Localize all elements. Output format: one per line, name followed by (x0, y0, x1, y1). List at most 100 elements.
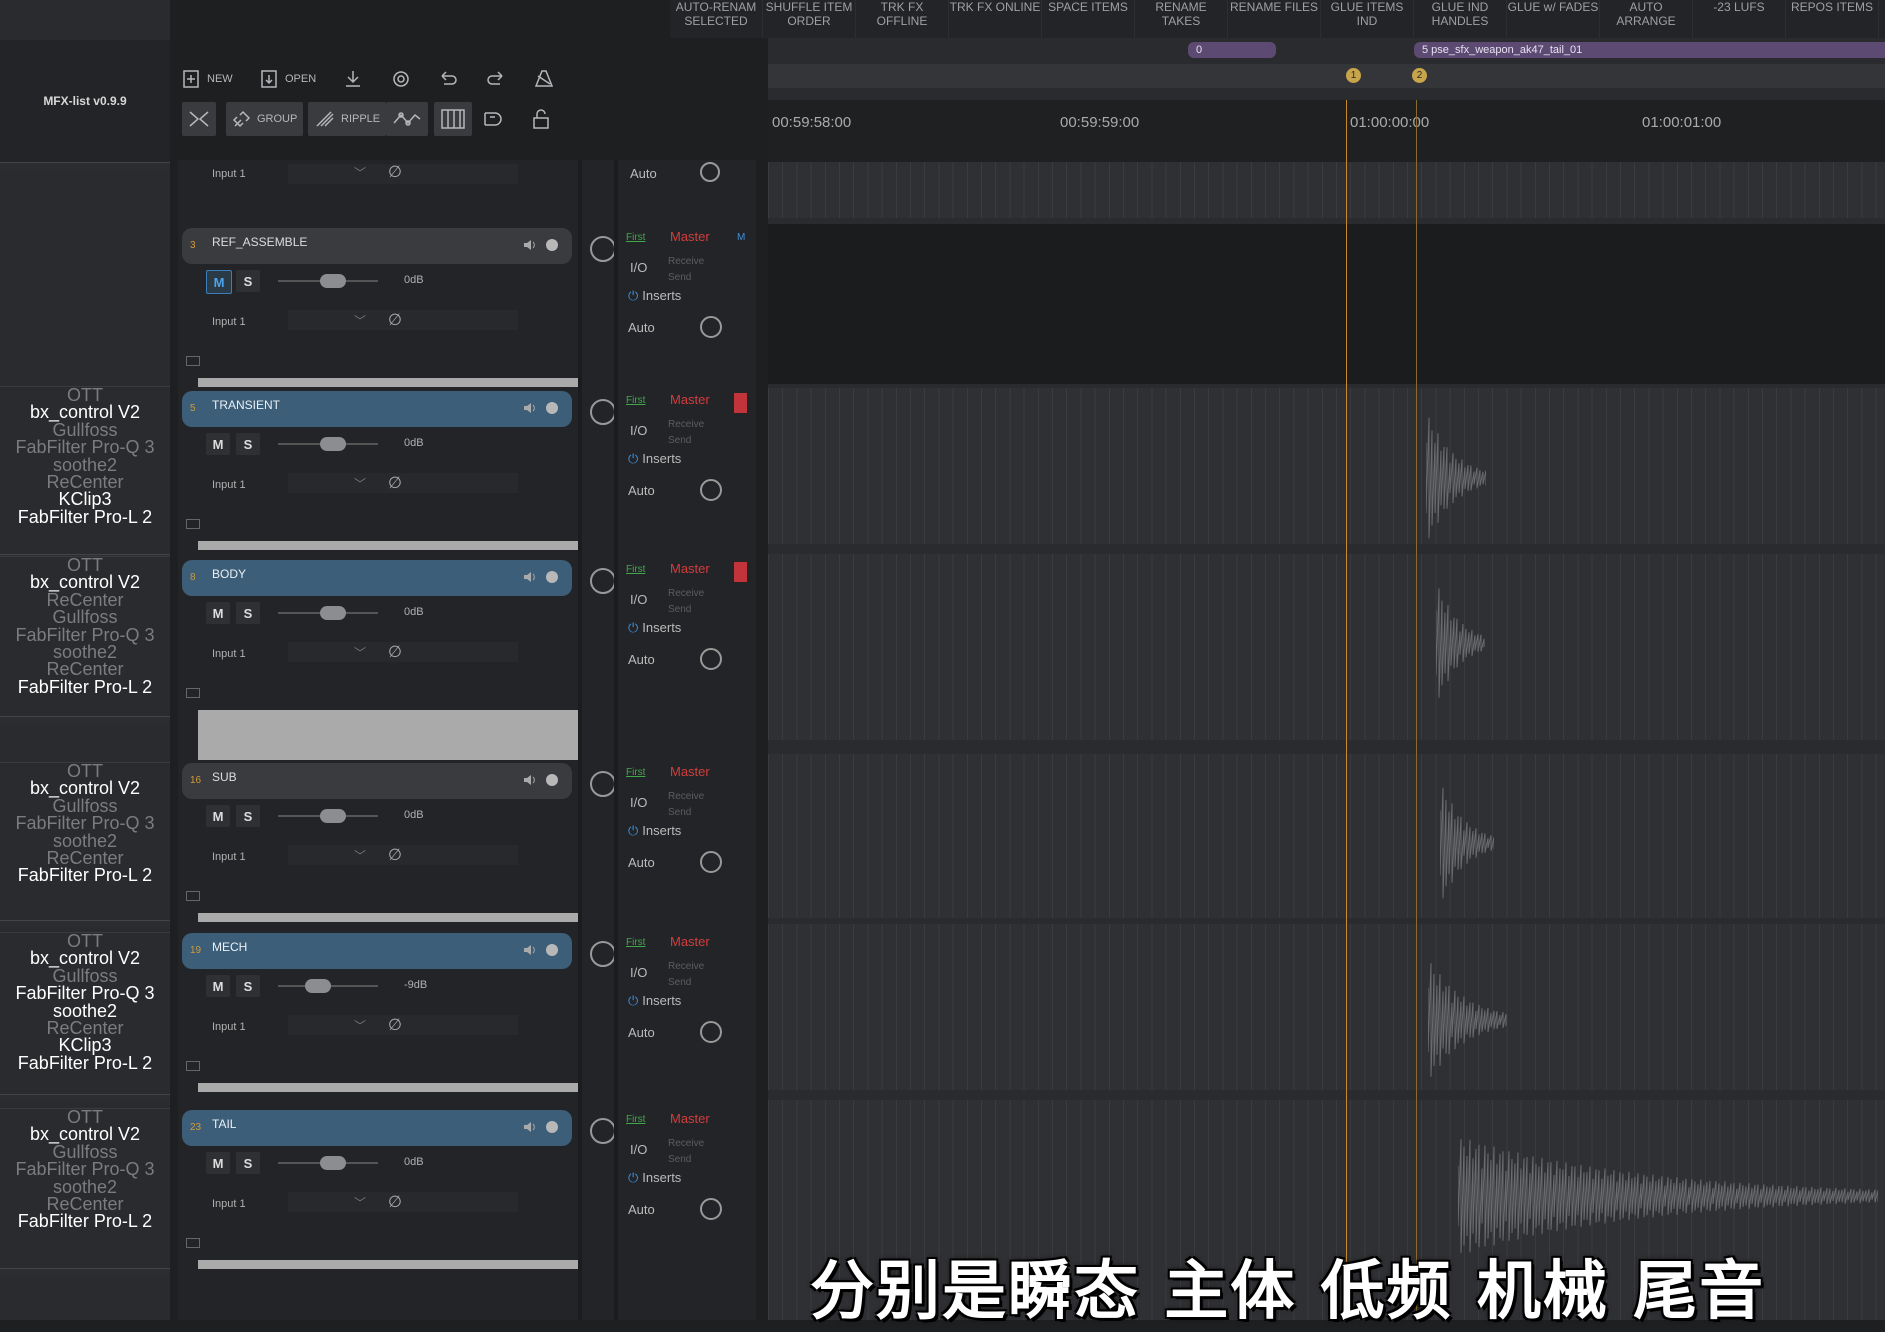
pan-knob[interactable] (590, 236, 616, 262)
automation-knob[interactable] (700, 1021, 722, 1043)
io-button[interactable]: I/O (630, 423, 647, 438)
chevron-down-icon[interactable]: ﹀ (354, 1017, 366, 1034)
audio-waveform[interactable] (1428, 956, 1508, 1084)
speaker-icon[interactable] (522, 570, 536, 584)
open-button[interactable]: OPEN (260, 62, 316, 96)
inserts-button[interactable]: ⏻ Inserts (628, 620, 681, 636)
action-button[interactable]: RENAME TAKES (1135, 0, 1228, 38)
phase-invert-icon[interactable]: ∅ (388, 1015, 402, 1035)
fx-item[interactable]: FabFilter Pro-L 2 (0, 866, 170, 884)
action-button[interactable]: AUTO-RENAM SELECTED (670, 0, 763, 38)
receive-option[interactable]: Receive (668, 1136, 704, 1152)
action-button[interactable]: TRK FX OFFLINE (856, 0, 949, 38)
first-route-link[interactable]: First (626, 937, 645, 948)
phase-invert-icon[interactable]: ∅ (388, 845, 402, 865)
track-scrollbar[interactable] (198, 1083, 578, 1092)
input-select[interactable] (288, 845, 518, 865)
chevron-down-icon[interactable]: ﹀ (354, 164, 366, 181)
record-arm-button[interactable] (546, 1121, 558, 1133)
track-lane[interactable] (768, 388, 1885, 544)
mute-button[interactable]: M (206, 1152, 230, 1174)
audio-waveform[interactable] (1436, 578, 1486, 708)
volume-fader-handle[interactable] (320, 1156, 346, 1170)
fx-item[interactable]: FabFilter Pro-Q 3 (0, 1160, 170, 1178)
speaker-icon[interactable] (522, 773, 536, 787)
receive-option[interactable]: Receive (668, 586, 704, 602)
first-route-link[interactable]: First (626, 232, 645, 243)
track-scrollbar[interactable] (198, 913, 578, 922)
action-button[interactable]: GLUE IND HANDLES (1414, 0, 1507, 38)
power-icon[interactable]: ⏻ (628, 993, 638, 1008)
group-button[interactable]: GROUP (226, 102, 304, 136)
power-icon[interactable]: ⏻ (628, 288, 638, 303)
receive-option[interactable]: Receive (668, 959, 704, 975)
inserts-button[interactable]: ⏻ Inserts (628, 1170, 681, 1186)
mute-button[interactable]: M (206, 975, 230, 997)
save-button[interactable] (342, 62, 364, 96)
auto-mode-button[interactable]: Auto (628, 320, 655, 335)
inserts-button[interactable]: ⏻ Inserts (628, 993, 681, 1009)
solo-button[interactable]: S (236, 975, 260, 997)
track-header[interactable]: 8 BODY (182, 560, 572, 596)
first-route-link[interactable]: First (626, 767, 645, 778)
collapse-icon[interactable] (186, 891, 200, 901)
master-send-toggle[interactable]: Master (670, 392, 710, 407)
action-button[interactable]: GLUE ITEMS IND (1321, 0, 1414, 38)
solo-button[interactable]: S (236, 602, 260, 624)
pan-knob[interactable] (590, 399, 616, 425)
send-option[interactable]: Send (668, 433, 704, 449)
action-button[interactable]: TRK FX ONLINE (949, 0, 1042, 38)
phase-invert-icon[interactable]: ∅ (388, 1192, 402, 1212)
io-button[interactable]: I/O (630, 965, 647, 980)
track-lane[interactable] (768, 554, 1885, 740)
chevron-down-icon[interactable]: ﹀ (354, 475, 366, 492)
phase-icon[interactable]: ∅ (388, 162, 402, 182)
receive-option[interactable]: Receive (668, 254, 704, 270)
mute-button[interactable]: M (206, 805, 230, 827)
record-arm-button[interactable] (546, 774, 558, 786)
io-button[interactable]: I/O (630, 260, 647, 275)
send-option[interactable]: Send (668, 270, 704, 286)
track-header[interactable]: 19 MECH (182, 933, 572, 969)
input-select[interactable] (288, 1192, 518, 1212)
automation-knob[interactable] (700, 851, 722, 873)
collapse-icon[interactable] (186, 519, 200, 529)
pan-knob[interactable] (590, 941, 616, 967)
track-name[interactable]: BODY (212, 567, 246, 581)
marker-2[interactable]: 2 (1412, 68, 1427, 83)
inserts-button[interactable]: ⏻ Inserts (628, 288, 681, 304)
metronome-button[interactable] (532, 62, 556, 96)
solo-button[interactable]: S (236, 1152, 260, 1174)
automation-knob[interactable] (700, 316, 722, 338)
inserts-button[interactable]: ⏻ Inserts (628, 451, 681, 467)
lock-button[interactable] (530, 102, 552, 136)
action-button[interactable]: RENAME FILES (1228, 0, 1321, 38)
pan-knob[interactable] (590, 1118, 616, 1144)
envelope-button[interactable] (386, 102, 428, 136)
mute-button[interactable]: M (206, 602, 230, 624)
fx-item[interactable]: FabFilter Pro-Q 3 (0, 984, 170, 1002)
fx-item[interactable]: FabFilter Pro-L 2 (0, 1054, 170, 1072)
first-route-link[interactable]: First (626, 395, 645, 406)
input-select[interactable] (288, 1015, 518, 1035)
automation-knob[interactable] (700, 1198, 722, 1220)
send-option[interactable]: Send (668, 975, 704, 991)
action-button[interactable]: REPOS ITEMS (1786, 0, 1879, 38)
record-arm-button[interactable] (546, 402, 558, 414)
power-icon[interactable]: ⏻ (628, 620, 638, 635)
time-ruler[interactable] (768, 100, 1885, 162)
collapse-icon[interactable] (186, 688, 200, 698)
power-icon[interactable]: ⏻ (628, 823, 638, 838)
master-send-toggle[interactable]: Master (670, 229, 710, 244)
record-arm-button[interactable] (546, 944, 558, 956)
automation-knob[interactable] (700, 648, 722, 670)
region-0[interactable]: 0 (1188, 42, 1276, 58)
inserts-button[interactable]: ⏻ Inserts (628, 823, 681, 839)
split-button[interactable] (182, 102, 216, 136)
action-button[interactable]: SHUFFLE ITEM ORDER (763, 0, 856, 38)
action-button[interactable]: -23 LUFS (1693, 0, 1786, 38)
speaker-icon[interactable] (522, 238, 536, 252)
first-route-link[interactable]: First (626, 564, 645, 575)
power-icon[interactable]: ⏻ (628, 451, 638, 466)
volume-fader-handle[interactable] (320, 606, 346, 620)
